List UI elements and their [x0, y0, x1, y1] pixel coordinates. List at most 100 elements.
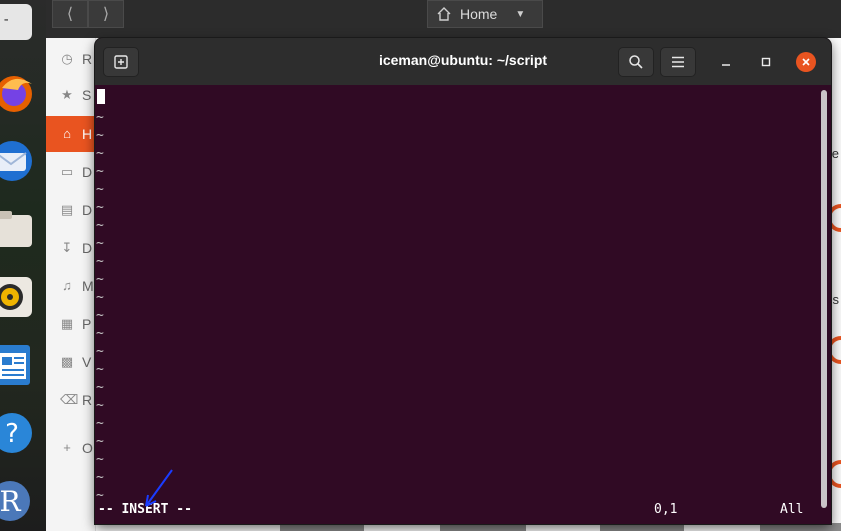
scroll-position: All	[780, 502, 804, 517]
path-bar[interactable]: Home ▼	[427, 0, 543, 28]
thunderbird-icon[interactable]	[0, 136, 40, 186]
maximize-button[interactable]	[756, 52, 776, 72]
sidebar-item-documents[interactable]: ▤ D	[46, 192, 96, 228]
tilde-line: ~	[96, 128, 104, 143]
file-manager-sidebar: ◷ R ★ S ⌂ H ▭ D ▤ D ↧ D ♫ M ▦ P ▩ V ⌫ R + O	[46, 38, 96, 531]
chevron-down-icon[interactable]: ▼	[515, 9, 525, 20]
star-icon: ★	[61, 87, 73, 102]
background-item	[760, 523, 841, 531]
cursor-position: 0,1	[654, 502, 678, 517]
search-button[interactable]	[618, 47, 654, 77]
tilde-line: ~	[96, 182, 104, 197]
tilde-line: ~	[96, 236, 104, 251]
file-manager-header: ⟨ ⟩ Home ▼	[46, 0, 841, 38]
help-icon[interactable]: ?	[0, 408, 40, 458]
sidebar-item-label: V	[82, 354, 92, 370]
sidebar-item-label: P	[82, 316, 92, 332]
files-icon[interactable]	[0, 204, 40, 254]
document-icon: ▤	[60, 202, 74, 217]
close-icon	[802, 58, 810, 66]
sidebar-item-other-locations[interactable]: + O	[46, 430, 96, 466]
background-item	[280, 523, 364, 531]
desktop-icon: ▭	[60, 164, 74, 179]
svg-text:R: R	[0, 485, 21, 518]
close-button[interactable]	[796, 52, 816, 72]
home-icon	[437, 7, 451, 21]
partial-file-label: e	[831, 146, 839, 161]
sidebar-item-label: R	[82, 392, 93, 408]
tilde-line: ~	[96, 164, 104, 179]
tilde-line: ~	[96, 254, 104, 269]
tilde-line: ~	[96, 218, 104, 233]
sidebar-item-label: D	[82, 164, 93, 180]
sidebar-item-label: O	[82, 440, 93, 456]
sidebar-item-recent[interactable]: ◷ R	[46, 41, 96, 77]
sidebar-item-label: M	[82, 278, 94, 294]
sidebar-item-videos[interactable]: ▩ V	[46, 344, 96, 380]
maximize-icon	[761, 57, 771, 67]
chevron-right-icon: ⟩	[102, 6, 110, 23]
r-app-icon[interactable]: R	[0, 476, 40, 526]
sidebar-item-label: D	[82, 240, 93, 256]
sidebar-item-label: H	[82, 126, 93, 142]
search-icon	[629, 55, 643, 69]
sidebar-item-home[interactable]: ⌂ H	[46, 116, 96, 152]
annotation-arrow-icon	[145, 469, 173, 507]
tilde-line: ~	[96, 272, 104, 287]
background-item	[440, 523, 526, 531]
music-icon: ♫	[62, 278, 72, 293]
sidebar-item-label: D	[82, 202, 93, 218]
sidebar-item-music[interactable]: ♫ M	[46, 268, 96, 304]
sidebar-item-starred[interactable]: ★ S	[46, 77, 96, 113]
terminal-titlebar[interactable]: iceman@ubuntu: ~/script	[95, 38, 831, 85]
sidebar-item-pictures[interactable]: ▦ P	[46, 306, 96, 342]
sidebar-item-downloads[interactable]: ↧ D	[46, 230, 96, 266]
scrollbar[interactable]	[821, 90, 827, 508]
clock-icon: ◷	[61, 51, 73, 66]
tilde-line: ~	[96, 326, 104, 341]
tilde-line: ~	[96, 362, 104, 377]
rhythmbox-icon[interactable]	[0, 272, 40, 322]
sidebar-item-rubbish-bin[interactable]: ⌫ R	[46, 382, 96, 418]
partial-file-label: s	[832, 292, 840, 307]
plus-icon: +	[63, 440, 71, 455]
dock-app-label: -	[2, 12, 11, 28]
tilde-line: ~	[96, 434, 104, 449]
chevron-left-icon: ⟨	[66, 6, 74, 23]
tilde-line: ~	[96, 380, 104, 395]
tilde-line: ~	[96, 308, 104, 323]
terminal-dock-icon[interactable]: -	[0, 4, 32, 40]
sidebar-item-label: R	[82, 51, 93, 67]
forward-button[interactable]: ⟩	[88, 0, 124, 28]
tilde-line: ~	[96, 290, 104, 305]
firefox-icon[interactable]	[0, 68, 40, 118]
path-label: Home	[460, 6, 498, 22]
picture-icon: ▦	[60, 316, 74, 331]
trash-icon: ⌫	[60, 392, 79, 407]
writer-icon[interactable]	[0, 340, 40, 390]
minimize-icon	[722, 64, 730, 66]
vim-status-line: -- INSERT -- 0,1 All	[95, 502, 823, 520]
terminal-window[interactable]: iceman@ubuntu: ~/script ~ ~ ~ ~ ~ ~ ~ ~ ~ ~ ~ ~ ~ ~ ~ ~…	[95, 38, 831, 524]
back-button[interactable]: ⟨	[52, 0, 88, 28]
tilde-line: ~	[96, 398, 104, 413]
text-cursor	[97, 89, 105, 104]
background-item	[600, 523, 684, 531]
dock: - ? R	[0, 0, 46, 531]
hamburger-menu-icon	[672, 56, 684, 68]
tilde-line: ~	[96, 200, 104, 215]
empty-line-markers: ~ ~ ~ ~ ~ ~ ~ ~ ~ ~ ~ ~ ~ ~ ~ ~ ~ ~ ~ ~ ~ ~	[96, 109, 104, 505]
tilde-line: ~	[96, 344, 104, 359]
sidebar-item-label: S	[82, 87, 92, 103]
menu-button[interactable]	[660, 47, 696, 77]
tilde-line: ~	[96, 110, 104, 125]
tilde-line: ~	[96, 452, 104, 467]
minimize-button[interactable]	[716, 52, 736, 72]
tilde-line: ~	[96, 470, 104, 485]
sidebar-item-desktop[interactable]: ▭ D	[46, 154, 96, 190]
tilde-line: ~	[96, 146, 104, 161]
download-icon: ↧	[61, 240, 73, 255]
terminal-text-area[interactable]: ~ ~ ~ ~ ~ ~ ~ ~ ~ ~ ~ ~ ~ ~ ~ ~ ~ ~ ~ ~ ~ ~	[95, 85, 831, 524]
video-icon: ▩	[60, 354, 74, 369]
svg-text:?: ?	[5, 419, 19, 449]
